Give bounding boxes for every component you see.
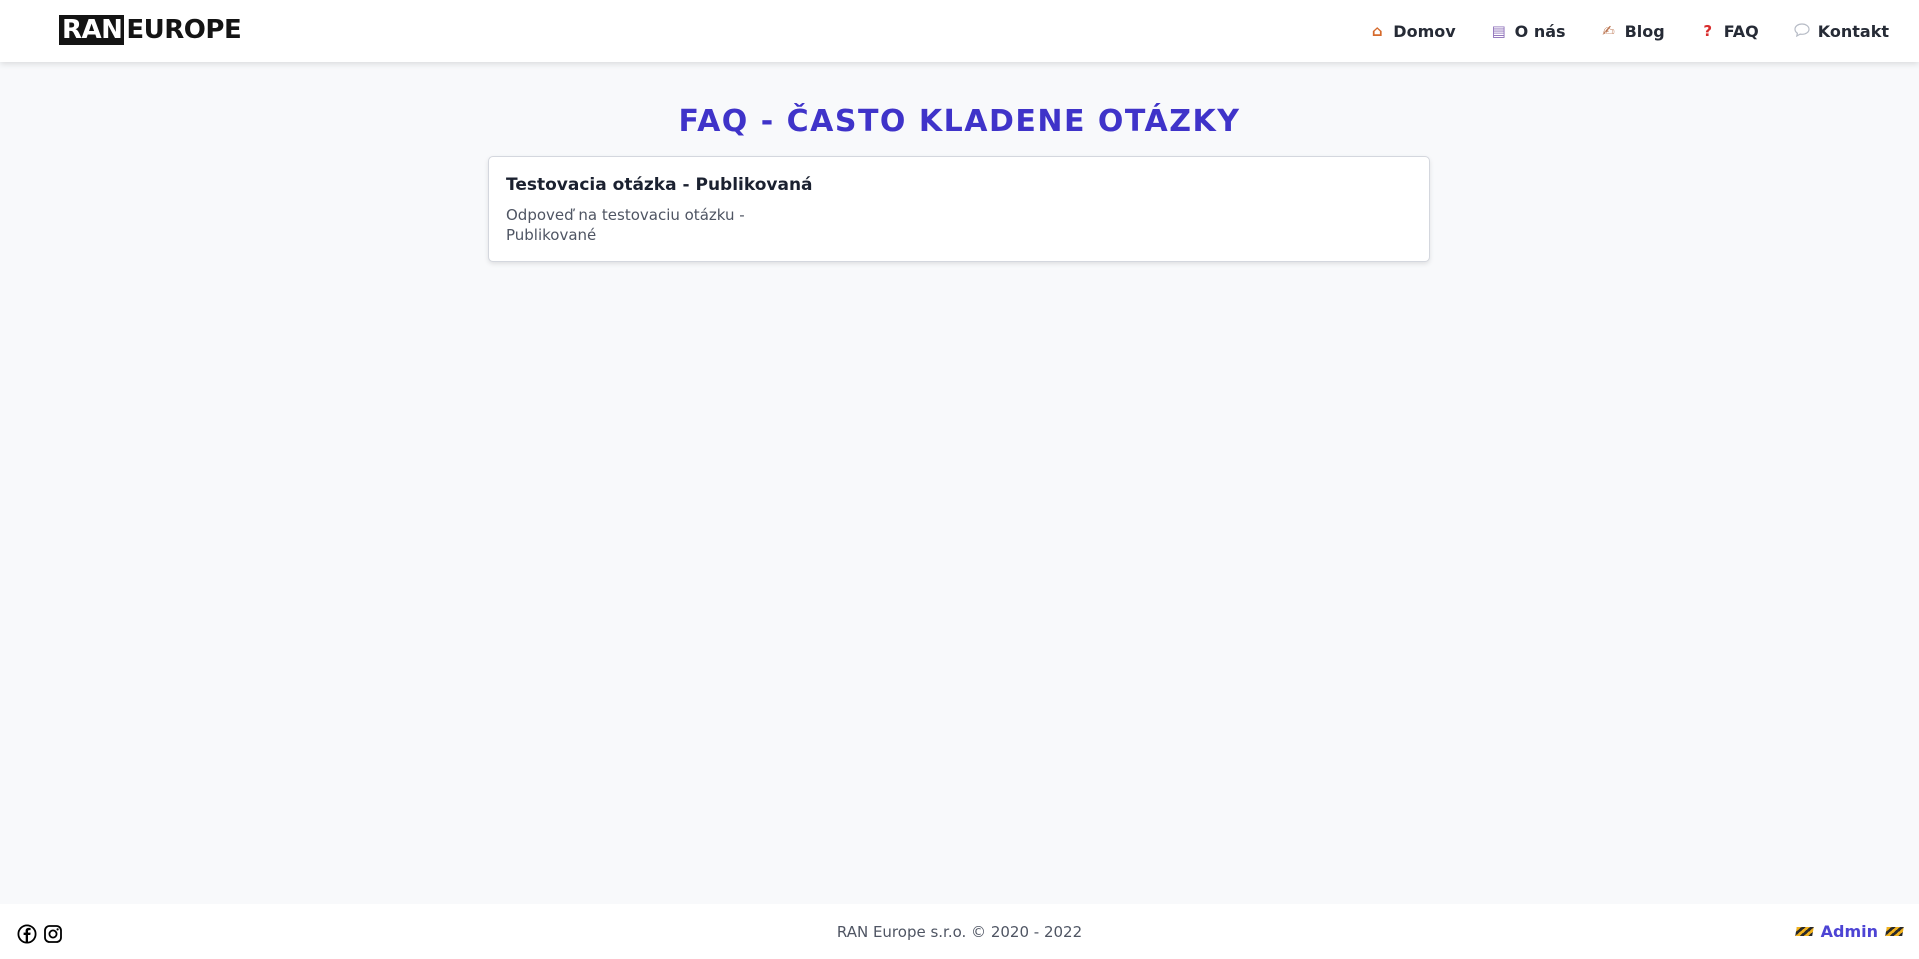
logo[interactable]: RAN EUROPE — [59, 15, 242, 45]
faq-item: Testovacia otázka - Publikovaná Odpoveď … — [488, 156, 1430, 262]
nav-item-label: Kontakt — [1817, 21, 1889, 41]
hazard-stripe-icon — [1794, 927, 1814, 936]
nav-item-domov[interactable]: ⌂ Domov — [1368, 21, 1456, 41]
page-title: FAQ - ČASTO KLADENE OTÁZKY — [678, 104, 1241, 139]
faq-answer: Odpoveď na testovaciu otázku - Publikova… — [506, 206, 745, 244]
nav-item-label: FAQ — [1723, 21, 1759, 41]
logo-mark: RAN — [59, 15, 125, 45]
nav-item-label: O nás — [1514, 21, 1566, 41]
main-nav: ⌂ Domov ▤ O nás ✍ Blog ? FAQ Kontakt — [1368, 0, 1889, 62]
admin-area: Admin — [1794, 922, 1904, 941]
nav-item-kontakt[interactable]: Kontakt — [1793, 22, 1889, 41]
question-mark-icon: ? — [1703, 21, 1713, 40]
writing-hand-icon: ✍ — [1602, 21, 1615, 40]
nav-item-blog[interactable]: ✍ Blog — [1600, 21, 1665, 41]
site-footer: RAN Europe s.r.o. © 2020 - 2022 Admin — [0, 904, 1919, 959]
copyright-text: RAN Europe s.r.o. © 2020 - 2022 — [836, 923, 1083, 941]
page-icon: ▤ — [1491, 21, 1506, 40]
speech-bubble-icon — [1793, 22, 1811, 40]
hazard-stripe-icon — [1885, 927, 1904, 936]
faq-question: Testovacia otázka - Publikovaná — [506, 175, 813, 195]
logo-text: EUROPE — [126, 15, 242, 45]
nav-item-label: Blog — [1624, 21, 1665, 41]
site-header: RAN EUROPE ⌂ Domov ▤ O nás ✍ Blog ? FAQ … — [0, 0, 1919, 62]
nav-item-o-nas[interactable]: ▤ O nás — [1490, 22, 1566, 41]
nav-item-faq[interactable]: ? FAQ — [1699, 21, 1759, 41]
nav-item-label: Domov — [1393, 21, 1456, 41]
house-icon: ⌂ — [1371, 21, 1383, 40]
admin-link[interactable]: Admin — [1821, 922, 1878, 941]
